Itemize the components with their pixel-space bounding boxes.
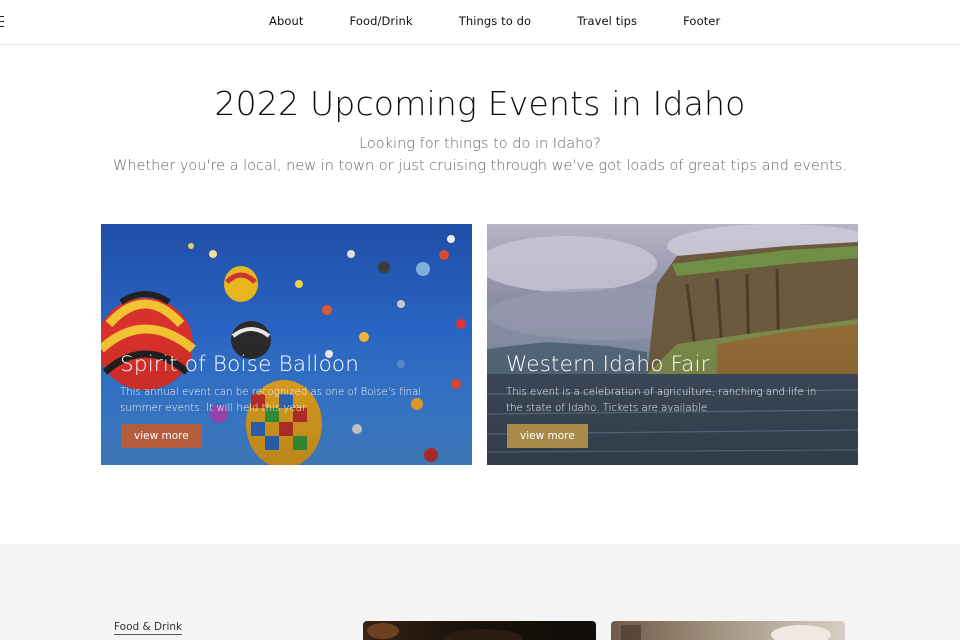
event-title: Spirit of Boise Balloon [120,352,360,377]
view-more-button[interactable]: view more [507,424,588,448]
subtitle-question: Looking for things to do in Idaho? [359,136,601,152]
view-more-button[interactable]: view more [121,424,202,448]
event-description: This annual event can be recognized as o… [120,387,422,414]
page-title: 2022 Upcoming Events in Idaho [214,84,746,123]
food-thumbnail-2[interactable] [611,621,845,640]
nav-link-travel-tips[interactable]: Travel tips [577,14,637,28]
food-thumbnail-1[interactable] [363,621,596,640]
food-drink-section: Food & Drink [0,544,960,640]
nav-link-things-to-do[interactable]: Things to do [459,14,531,28]
nav-link-about[interactable]: About [269,14,304,28]
nav-links: About Food/Drink Things to do Travel tip… [269,14,720,28]
nav-link-footer[interactable]: Footer [683,14,720,28]
menu-icon[interactable] [0,16,4,27]
event-card-boise-balloon[interactable]: Spirit of Boise Balloon This annual even… [101,224,472,465]
food-drink-link[interactable]: Food & Drink [114,621,183,635]
event-card-western-idaho-fair[interactable]: Western Idaho Fair This event is a celeb… [487,224,858,465]
food-photo-image [367,623,523,640]
subtitle-description: Whether you're a local, new in town or j… [113,158,847,174]
drink-photo-image [621,625,831,640]
event-description: This event is a celebration of agricultu… [506,387,817,414]
event-title: Western Idaho Fair [506,352,710,377]
nav-link-food-drink[interactable]: Food/Drink [350,14,413,28]
top-nav: About Food/Drink Things to do Travel tip… [0,0,960,45]
